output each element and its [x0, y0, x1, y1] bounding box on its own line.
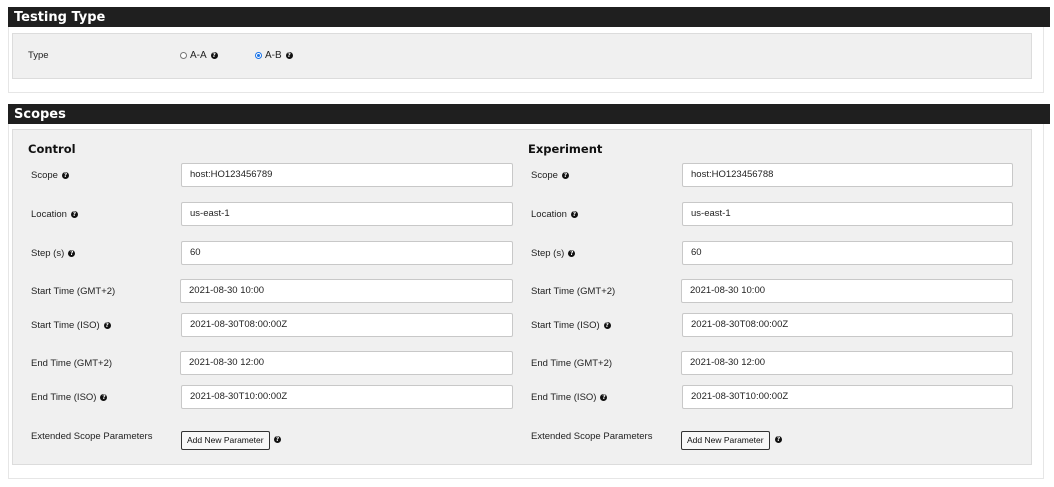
experiment-add-parameter-button[interactable]: Add New Parameter [681, 431, 770, 450]
control-end-time-local-label: End Time (GMT+2) [31, 358, 113, 369]
experiment-step-label: Step (s)? [531, 248, 576, 259]
control-add-parameter-button[interactable]: Add New Parameter [181, 431, 270, 450]
control-scope-label: Scope? [31, 170, 69, 181]
help-icon[interactable]: ? [285, 52, 293, 59]
control-start-time-local-input[interactable]: 2021-08-30 10:00 [180, 279, 513, 303]
control-location-input[interactable]: us-east-1 [181, 202, 513, 226]
control-scope-input[interactable]: host:HO123456789 [181, 163, 513, 187]
help-icon[interactable]: ? [61, 172, 69, 179]
radio-option-a-b[interactable]: A-B ? [255, 50, 293, 61]
radio-a-a-label: A-A [190, 50, 207, 61]
help-icon[interactable]: ? [600, 394, 608, 401]
experiment-title: Experiment [528, 142, 603, 156]
experiment-end-time-local-input[interactable]: 2021-08-30 12:00 [681, 351, 1013, 375]
control-end-time-iso-input[interactable]: 2021-08-30T10:00:00Z [181, 385, 513, 409]
control-title: Control [28, 142, 76, 156]
control-extended-params-label: Extended Scope Parameters [31, 431, 153, 442]
testing-type-panel [12, 33, 1032, 79]
help-icon[interactable]: ? [568, 250, 576, 257]
control-start-time-iso-label: Start Time (ISO)? [31, 320, 111, 331]
radio-a-a[interactable] [180, 52, 187, 59]
help-icon[interactable]: ? [210, 52, 218, 59]
help-icon[interactable]: ? [274, 436, 281, 443]
experiment-extended-params-label: Extended Scope Parameters [531, 431, 653, 442]
control-start-time-local-label: Start Time (GMT+2) [31, 286, 116, 297]
control-start-time-iso-input[interactable]: 2021-08-30T08:00:00Z [181, 313, 513, 337]
control-step-input[interactable]: 60 [181, 241, 513, 265]
experiment-start-time-local-input[interactable]: 2021-08-30 10:00 [681, 279, 1013, 303]
help-icon[interactable]: ? [775, 436, 782, 443]
control-end-time-iso-label: End Time (ISO)? [31, 392, 108, 403]
help-icon[interactable]: ? [100, 394, 108, 401]
help-icon[interactable]: ? [68, 250, 76, 257]
experiment-end-time-iso-label: End Time (ISO)? [531, 392, 608, 403]
scopes-header: Scopes [8, 104, 1050, 124]
experiment-start-time-local-label: Start Time (GMT+2) [531, 286, 616, 297]
help-icon[interactable]: ? [70, 211, 78, 218]
help-icon[interactable]: ? [561, 172, 569, 179]
radio-option-a-a[interactable]: A-A ? [180, 50, 218, 61]
radio-a-b-label: A-B [265, 50, 282, 61]
experiment-step-input[interactable]: 60 [682, 241, 1013, 265]
experiment-location-label: Location? [531, 209, 578, 220]
radio-a-b[interactable] [255, 52, 262, 59]
experiment-end-time-local-label: End Time (GMT+2) [531, 358, 613, 369]
experiment-location-input[interactable]: us-east-1 [682, 202, 1013, 226]
help-icon[interactable]: ? [603, 322, 611, 329]
control-end-time-local-input[interactable]: 2021-08-30 12:00 [180, 351, 513, 375]
experiment-scope-label: Scope? [531, 170, 569, 181]
experiment-end-time-iso-input[interactable]: 2021-08-30T10:00:00Z [682, 385, 1013, 409]
experiment-start-time-iso-input[interactable]: 2021-08-30T08:00:00Z [682, 313, 1013, 337]
testing-type-header: Testing Type [8, 7, 1050, 27]
help-icon[interactable]: ? [570, 211, 578, 218]
type-label: Type [28, 50, 49, 61]
control-step-label: Step (s)? [31, 248, 76, 259]
help-icon[interactable]: ? [103, 322, 111, 329]
experiment-scope-input[interactable]: host:HO123456788 [682, 163, 1013, 187]
control-location-label: Location? [31, 209, 78, 220]
experiment-start-time-iso-label: Start Time (ISO)? [531, 320, 611, 331]
